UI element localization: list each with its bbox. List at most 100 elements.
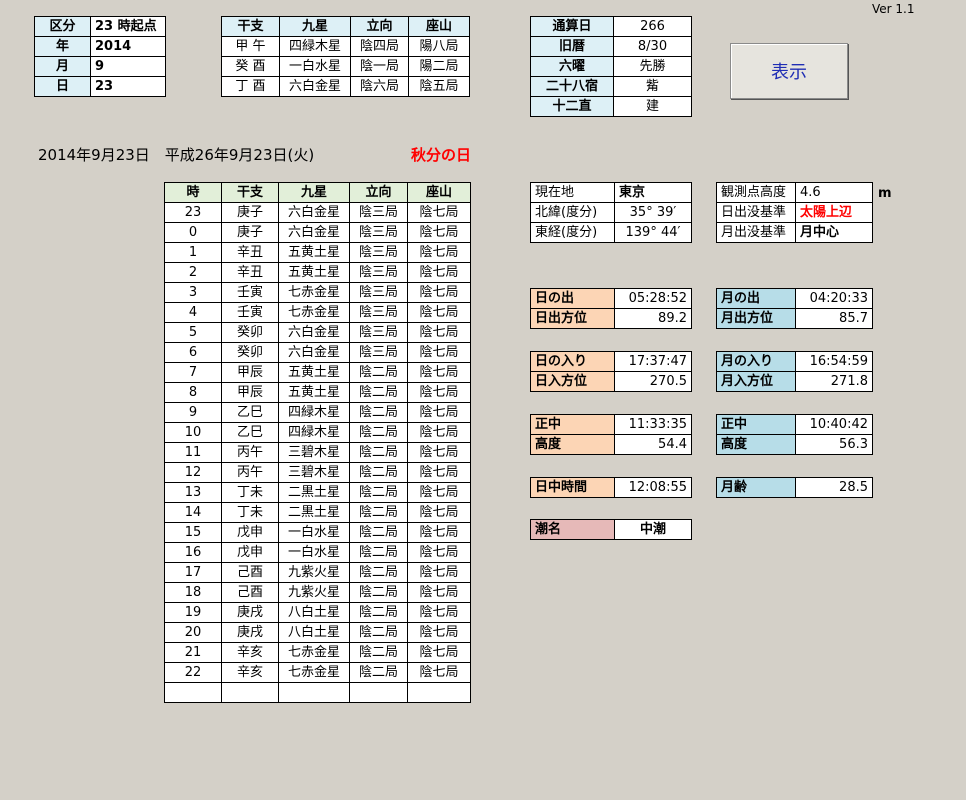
table-row: 9 乙巳 四緑木星 陰二局 陰七局 — [164, 402, 471, 423]
sun-basis-value[interactable]: 太陽上辺 — [795, 202, 873, 223]
moon-basis-value[interactable]: 月中心 — [795, 222, 873, 243]
table-cell: 二黒土星 — [278, 502, 350, 523]
table-row: 1 辛丑 五黄土星 陰三局 陰七局 — [164, 242, 471, 263]
table-cell: 己酉 — [221, 582, 279, 603]
latitude-label: 北緯(度分) — [530, 202, 615, 223]
table-cell: 丁未 — [221, 502, 279, 523]
month-field[interactable]: 9 — [90, 56, 166, 77]
table-cell: 陰七局 — [407, 282, 471, 303]
moonrise-label: 月の出 — [716, 288, 796, 309]
sunrise-azimuth-label: 日出方位 — [530, 308, 615, 329]
table-cell: 19 — [164, 602, 222, 623]
moon-age-label: 月齢 — [716, 477, 796, 498]
table-cell: 庚戌 — [221, 622, 279, 643]
junichoku-label: 十二直 — [530, 96, 614, 117]
table-cell: 陰三局 — [349, 262, 408, 283]
kubun-label: 区分 — [34, 16, 91, 37]
table-cell: 陰三局 — [349, 302, 408, 323]
table-cell: 陰三局 — [349, 222, 408, 243]
month-label: 月 — [34, 56, 91, 77]
table-cell: 陰七局 — [407, 582, 471, 603]
rokuyo-label: 六曜 — [530, 56, 614, 77]
table-cell: 陰五局 — [408, 76, 470, 97]
moonset-azimuth-label: 月入方位 — [716, 371, 796, 392]
table-cell: 陰三局 — [349, 202, 408, 223]
sun-transit-table: 正中 11:33:35 高度 54.4 — [530, 414, 692, 455]
table-cell: 8 — [164, 382, 222, 403]
sunrise-azimuth-value: 89.2 — [614, 308, 692, 329]
table-cell: 八白土星 — [278, 622, 350, 643]
sun-altitude-label: 高度 — [530, 434, 615, 455]
tide-label: 潮名 — [530, 519, 615, 540]
table-cell: 三碧木星 — [278, 462, 350, 483]
table-cell: 五黄土星 — [278, 262, 350, 283]
table-cell: 乙巳 — [221, 422, 279, 443]
hourly-header: 時 — [164, 182, 222, 203]
moonrise-azimuth-label: 月出方位 — [716, 308, 796, 329]
holiday-label: 秋分の日 — [411, 146, 472, 164]
moonset-table: 月の入り 16:54:59 月入方位 271.8 — [716, 351, 873, 392]
daylight-value: 12:08:55 — [614, 477, 692, 498]
table-cell: 陰二局 — [349, 422, 408, 443]
longitude-value[interactable]: 139° 44′ — [614, 222, 692, 243]
table-cell — [164, 682, 222, 703]
table-cell: 五黄土星 — [278, 382, 350, 403]
moonset-value: 16:54:59 — [795, 351, 873, 372]
latitude-value[interactable]: 35° 39′ — [614, 202, 692, 223]
table-cell: 7 — [164, 362, 222, 383]
table-cell: 辛丑 — [221, 242, 279, 263]
table-cell: 庚子 — [221, 222, 279, 243]
table-cell: 九紫火星 — [278, 562, 350, 583]
sunset-azimuth-value: 270.5 — [614, 371, 692, 392]
table-row: 19 庚戌 八白土星 陰二局 陰七局 — [164, 602, 471, 623]
table-cell: 15 — [164, 522, 222, 543]
moon-transit-table: 正中 10:40:42 高度 56.3 — [716, 414, 873, 455]
table-cell: 6 — [164, 342, 222, 363]
kanshi-table: 干支 九星 立向 座山 甲 午 四緑木星 陰四局 陽八局 癸 酉 一白水星 陰一… — [221, 16, 470, 97]
table-cell: 一白水星 — [278, 542, 350, 563]
table-cell: 陰二局 — [349, 522, 408, 543]
table-row: 2 辛丑 五黄土星 陰三局 陰七局 — [164, 262, 471, 283]
table-row: 3 壬寅 七赤金星 陰三局 陰七局 — [164, 282, 471, 303]
table-cell: 陰三局 — [349, 242, 408, 263]
moon-age-value: 28.5 — [795, 477, 873, 498]
height-unit: m — [878, 186, 892, 201]
show-button[interactable]: 表示 — [730, 43, 848, 99]
kanshi-header: 干支 — [221, 16, 280, 37]
kanshi-row-day: 丁 酉 六白金星 陰六局 陰五局 — [221, 76, 470, 97]
location-value[interactable]: 東京 — [614, 182, 692, 203]
table-cell: 陰二局 — [349, 482, 408, 503]
table-row: 23 庚子 六白金星 陰三局 陰七局 — [164, 202, 471, 223]
table-cell: 陰六局 — [350, 76, 409, 97]
kubun-field[interactable]: 23 時起点 — [90, 16, 166, 37]
table-cell: 丁未 — [221, 482, 279, 503]
sun-altitude-value: 54.4 — [614, 434, 692, 455]
year-field[interactable]: 2014 — [90, 36, 166, 57]
table-cell: 陰二局 — [349, 602, 408, 623]
hourly-header: 立向 — [349, 182, 408, 203]
daylight-table: 日中時間 12:08:55 — [530, 477, 692, 498]
table-cell: 陰七局 — [407, 442, 471, 463]
table-row: 10 乙巳 四緑木星 陰二局 陰七局 — [164, 422, 471, 443]
year-label: 年 — [34, 36, 91, 57]
table-row: 14 丁未 二黒土星 陰二局 陰七局 — [164, 502, 471, 523]
table-cell: 辛亥 — [221, 662, 279, 683]
table-cell: 陰七局 — [407, 242, 471, 263]
version-label: Ver 1.1 — [872, 2, 915, 16]
table-cell: 陰七局 — [407, 562, 471, 583]
kanshi-header: 九星 — [279, 16, 351, 37]
input-table: 区分 23 時起点 年 2014 月 9 日 23 — [34, 16, 166, 97]
table-cell: 11 — [164, 442, 222, 463]
table-cell: 陰七局 — [407, 622, 471, 643]
table-row: 16 戊申 一白水星 陰二局 陰七局 — [164, 542, 471, 563]
table-cell: 七赤金星 — [278, 642, 350, 663]
table-cell: 陰七局 — [407, 602, 471, 623]
height-value[interactable]: 4.6 — [795, 182, 873, 203]
table-cell: 陰三局 — [349, 282, 408, 303]
table-cell: 甲辰 — [221, 382, 279, 403]
table-cell: 陰七局 — [407, 522, 471, 543]
longitude-label: 東経(度分) — [530, 222, 615, 243]
day-field[interactable]: 23 — [90, 76, 166, 97]
table-cell: 陰七局 — [407, 662, 471, 683]
table-cell: 18 — [164, 582, 222, 603]
